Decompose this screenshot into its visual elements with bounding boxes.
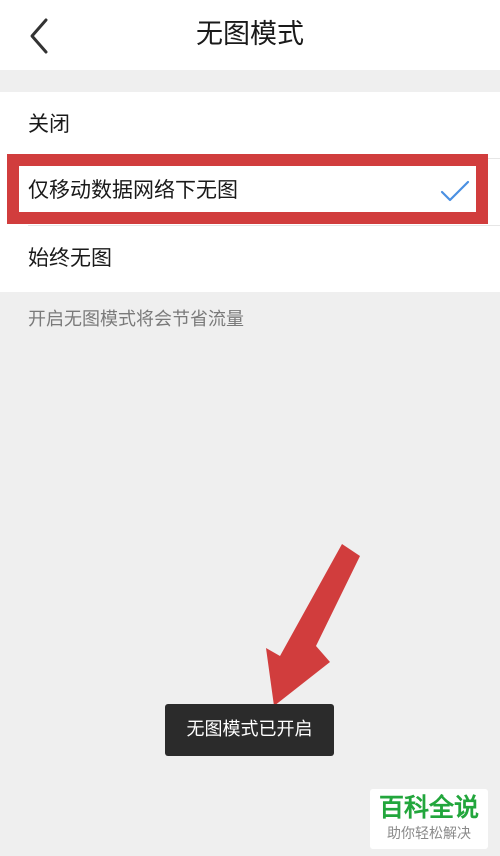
option-label: 仅移动数据网络下无图 (28, 178, 238, 202)
option-mobile-data-only[interactable]: 仅移动数据网络下无图 (0, 158, 500, 224)
option-list: 关闭 仅移动数据网络下无图 始终无图 (0, 92, 500, 292)
toast-message: 无图模式已开启 (165, 704, 334, 756)
watermark-logo: 百科全说 助你轻松解决 (370, 789, 488, 849)
option-off[interactable]: 关闭 (0, 92, 500, 158)
watermark-subtitle: 助你轻松解决 (387, 826, 471, 842)
arrow-annotation-icon (266, 544, 360, 706)
option-always-no-image[interactable]: 始终无图 (0, 226, 500, 292)
screen: 无图模式 关闭 仅移动数据网络下无图 始终无图 开启无图模式将会节省流量 无图模… (0, 0, 500, 856)
header-bar: 无图模式 (0, 0, 500, 70)
hint-text: 开启无图模式将会节省流量 (28, 309, 244, 330)
checkmark-icon (440, 180, 470, 202)
watermark-title: 百科全说 (378, 793, 479, 822)
option-label: 关闭 (28, 112, 70, 136)
option-label: 始终无图 (28, 246, 112, 270)
page-title: 无图模式 (196, 19, 304, 50)
